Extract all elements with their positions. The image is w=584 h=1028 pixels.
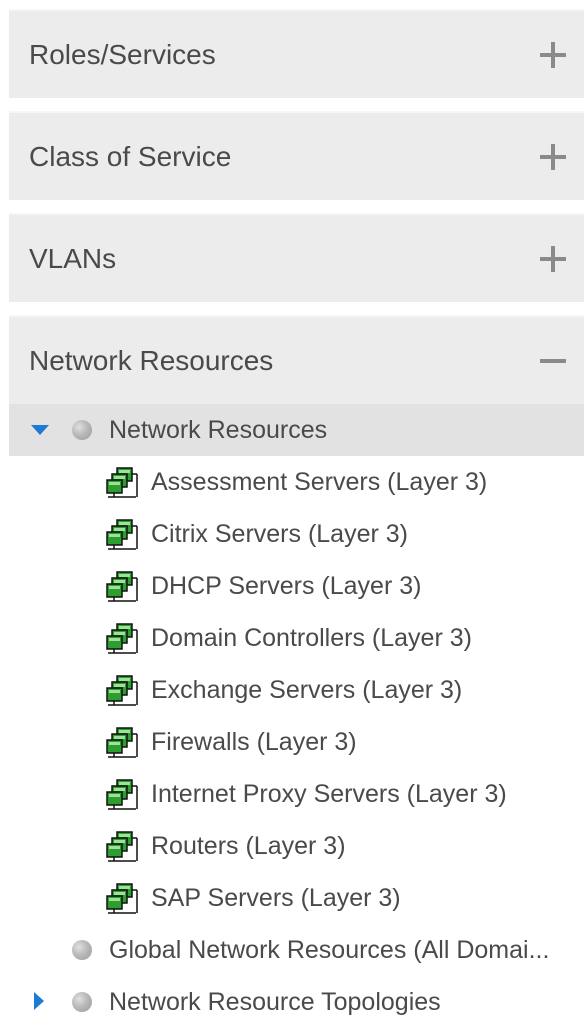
panel-title: Class of Service — [29, 140, 232, 172]
tree-leaf-label: Citrix Servers (Layer 3) — [151, 519, 408, 548]
tree-leaf-label: Internet Proxy Servers (Layer 3) — [151, 779, 507, 808]
panel-class-of-service[interactable]: Class of Service — [9, 111, 584, 200]
panel-vlans[interactable]: VLANs — [9, 213, 584, 302]
tree-leaf-label: DHCP Servers (Layer 3) — [151, 571, 422, 600]
network-resource-icon — [106, 674, 140, 706]
tree-leaf-label: Assessment Servers (Layer 3) — [151, 467, 488, 496]
tree-leaf[interactable]: SAP Servers (Layer 3) — [9, 872, 584, 924]
tree-leaf[interactable]: Citrix Servers (Layer 3) — [9, 508, 584, 560]
network-resource-icon — [106, 726, 140, 758]
node-dot-icon — [72, 940, 92, 960]
minus-icon[interactable] — [540, 348, 566, 374]
tree-leaf-label: Routers (Layer 3) — [151, 831, 346, 860]
tree-node-label: Global Network Resources (All Domai... — [109, 935, 550, 964]
expand-caret-down-icon[interactable] — [29, 419, 51, 441]
panel-title: Network Resources — [29, 344, 274, 376]
panel-roles-services[interactable]: Roles/Services — [9, 9, 584, 98]
panel-network-resources[interactable]: Network Resources — [9, 315, 584, 404]
tree-leaf[interactable]: Assessment Servers (Layer 3) — [9, 456, 584, 508]
node-dot-icon — [72, 420, 92, 440]
plus-icon[interactable] — [540, 41, 566, 68]
tree-node-network-resource-topologies[interactable]: Network Resource Topologies — [9, 976, 584, 1028]
plus-icon[interactable] — [540, 245, 566, 272]
tree-leaf-label: SAP Servers (Layer 3) — [151, 883, 401, 912]
tree-leaf[interactable]: Exchange Servers (Layer 3) — [9, 664, 584, 716]
network-resource-icon — [106, 830, 140, 862]
panel-title: Roles/Services — [29, 38, 216, 70]
tree-leaf[interactable]: Firewalls (Layer 3) — [9, 716, 584, 768]
tree-leaf[interactable]: Domain Controllers (Layer 3) — [9, 612, 584, 664]
tree-node-label: Network Resource Topologies — [109, 987, 441, 1016]
tree-leaf[interactable]: DHCP Servers (Layer 3) — [9, 560, 584, 612]
node-dot-icon — [72, 992, 92, 1012]
panel-title: VLANs — [29, 242, 117, 274]
tree-node-network-resources[interactable]: Network Resources — [9, 404, 584, 456]
expand-caret-right-icon[interactable] — [29, 991, 51, 1013]
network-resource-icon — [106, 778, 140, 810]
tree-leaf[interactable]: Routers (Layer 3) — [9, 820, 584, 872]
tree-node-global-network-resources[interactable]: Global Network Resources (All Domai... — [9, 924, 584, 976]
plus-icon[interactable] — [540, 143, 566, 170]
network-resource-icon — [106, 466, 140, 498]
tree-node-label: Network Resources — [109, 415, 328, 444]
tree-leaf-label: Domain Controllers (Layer 3) — [151, 623, 472, 652]
network-resource-icon — [106, 518, 140, 550]
tree-leaf[interactable]: Internet Proxy Servers (Layer 3) — [9, 768, 584, 820]
network-resource-icon — [106, 882, 140, 914]
tree-leaf-label: Exchange Servers (Layer 3) — [151, 675, 463, 704]
network-resource-icon — [106, 570, 140, 602]
tree-leaf-label: Firewalls (Layer 3) — [151, 727, 357, 756]
network-resource-icon — [106, 622, 140, 654]
